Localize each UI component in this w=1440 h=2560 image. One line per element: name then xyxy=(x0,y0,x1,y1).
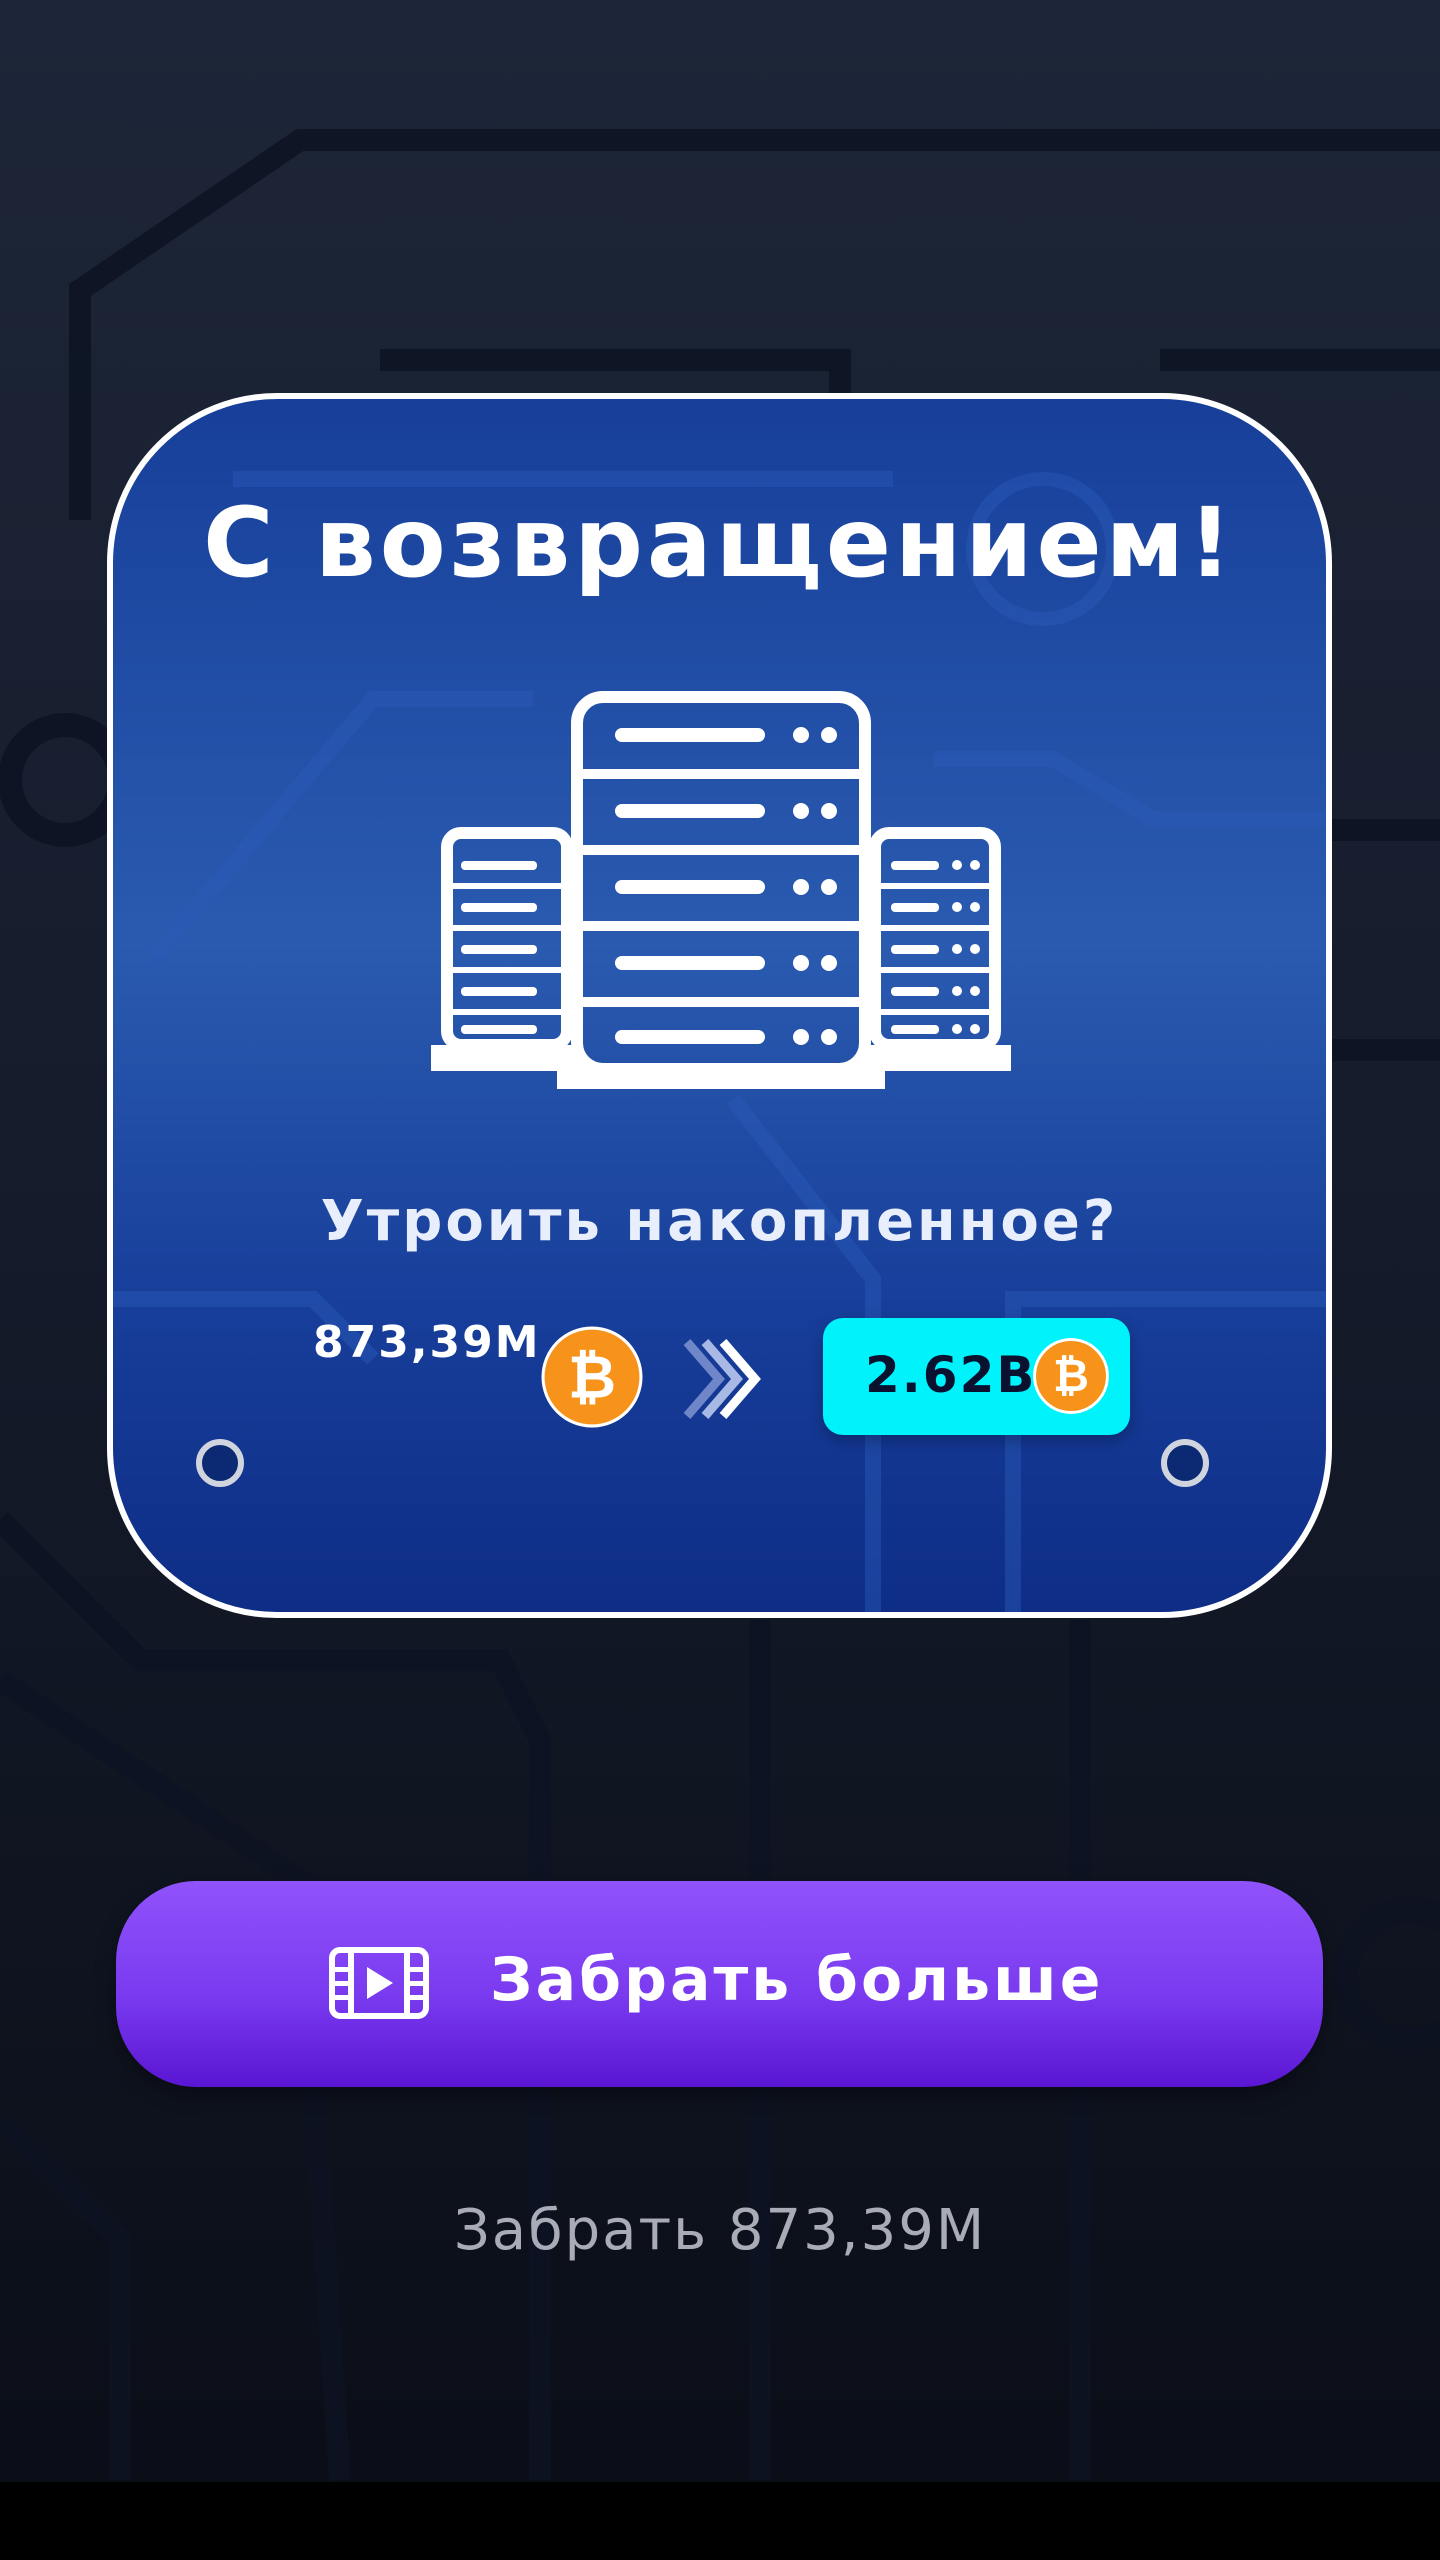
triple-question: Утроить накопленное? xyxy=(320,1189,1119,1254)
video-ad-icon xyxy=(329,1947,429,2019)
bitcoin-icon: ₿ xyxy=(1033,1338,1109,1414)
chevrons-right-icon xyxy=(683,1339,761,1419)
dialog-title: С возвращением! xyxy=(203,487,1236,599)
current-amount: 873,39M xyxy=(313,1317,541,1368)
svg-text:₿: ₿ xyxy=(1053,1351,1089,1402)
svg-text:₿: ₿ xyxy=(568,1342,616,1411)
claim-more-button[interactable]: Забрать больше xyxy=(116,1881,1323,2087)
welcome-back-dialog: С возвращением! Утроить накопленное? 873… xyxy=(107,393,1332,1618)
screw-icon xyxy=(1161,1439,1209,1487)
bitcoin-icon: ₿ xyxy=(541,1326,643,1428)
screw-icon xyxy=(196,1439,244,1487)
bottom-bar xyxy=(0,2482,1440,2560)
server-rack-icon xyxy=(431,691,1011,1089)
claim-more-label: Забрать больше xyxy=(490,1945,1104,2015)
claim-base-link[interactable]: Забрать 873,39M xyxy=(0,2198,1440,2263)
tripled-amount: 2.62B xyxy=(865,1346,1037,1404)
tripled-reward-badge: 2.62B ₿ xyxy=(823,1318,1130,1435)
